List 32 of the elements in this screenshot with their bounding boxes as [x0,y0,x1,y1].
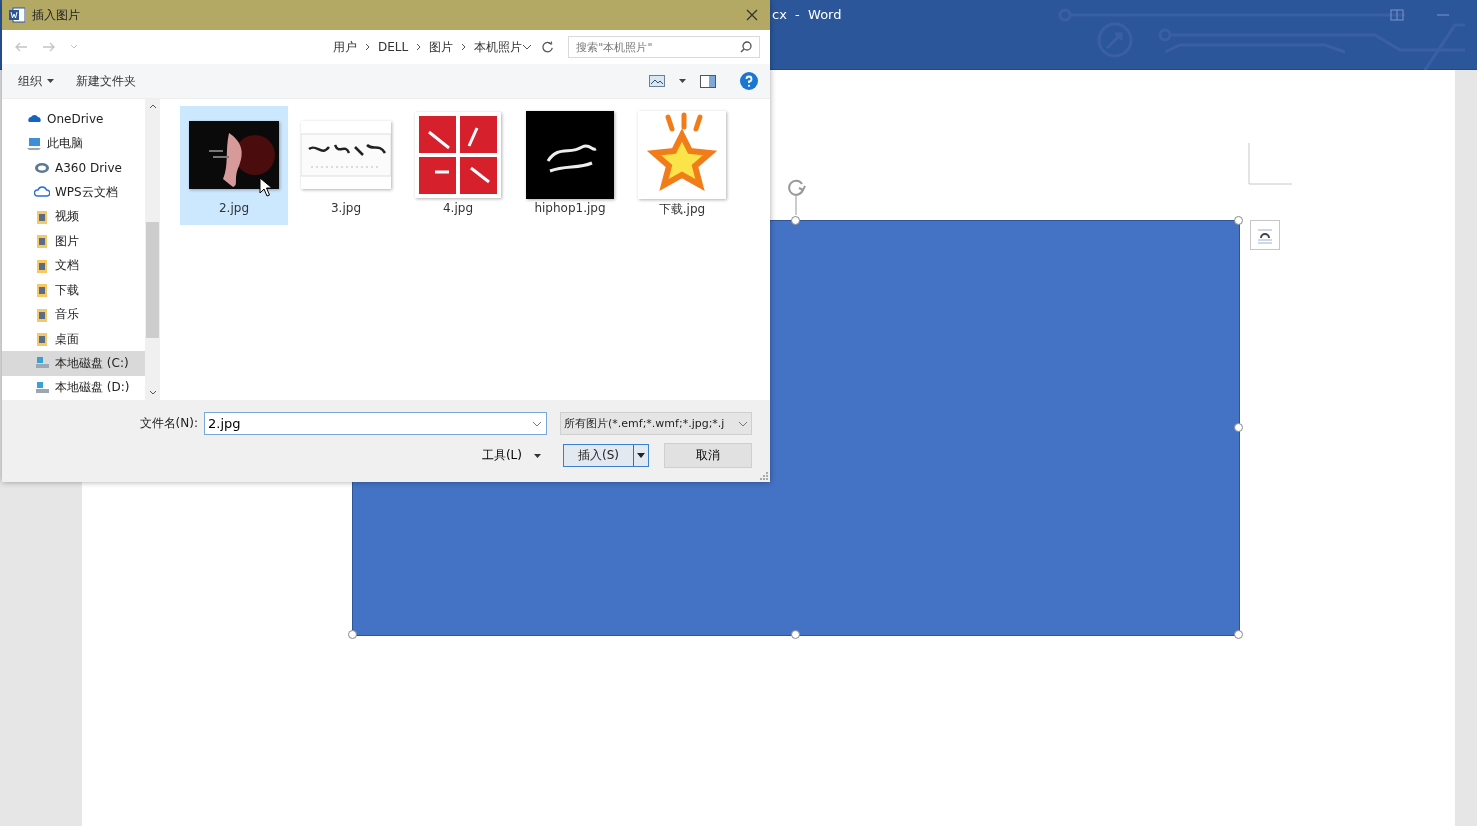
file-item[interactable]: 4.jpg [404,106,512,225]
breadcrumb-item[interactable]: 本机照片 [474,38,523,56]
file-item[interactable]: 3.jpg [292,106,400,225]
dialog-title: 插入图片 [32,6,81,24]
navigation-item[interactable]: A360 Drive [2,155,145,181]
window-title: cx - Word [772,7,842,22]
navigation-item[interactable]: 桌面 [2,326,145,352]
cancel-button[interactable]: 取消 [664,443,752,468]
navigation-item[interactable]: 图片 [2,229,145,254]
navigation-item[interactable]: WPS云文档 [2,180,145,205]
filename-label: 文件名(N): [139,415,198,432]
file-item[interactable]: 下载.jpg [628,106,736,225]
filename-field[interactable]: 2.jpg [204,412,547,435]
insert-button[interactable]: 插入(S) [563,444,649,467]
breadcrumb-item[interactable]: 图片 [429,38,454,56]
breadcrumb-item[interactable]: DELL [378,40,409,54]
tools-button[interactable]: 工具(L) [475,446,547,465]
new-folder-button[interactable]: 新建文件夹 [72,70,140,92]
navigation-item[interactable]: 视频 [2,204,145,230]
organize-button[interactable]: 组织 [14,70,58,92]
breadcrumb-item[interactable]: 用户 [333,38,357,56]
navigation-item[interactable]: 本地磁盘 (D:) [2,375,145,401]
file-item[interactable]: hiphop1.jpg [516,106,624,225]
navigation-item[interactable]: 音乐 [2,302,145,327]
navigation-item[interactable]: 下载 [2,277,145,303]
file-item[interactable]: 2.jpg [180,106,288,225]
navigation-item[interactable]: 本地磁盘 (C:) [2,351,145,376]
navigation-item[interactable]: OneDrive [2,107,145,132]
navigation-item[interactable]: 文档 [2,253,145,278]
navigation-item[interactable]: 此电脑 [2,131,145,156]
file-type-dropdown[interactable]: 所有图片(*.emf;*.wmf;*.jpg;*.j [560,412,752,435]
search-field[interactable]: 搜索"本机照片" [568,36,760,58]
